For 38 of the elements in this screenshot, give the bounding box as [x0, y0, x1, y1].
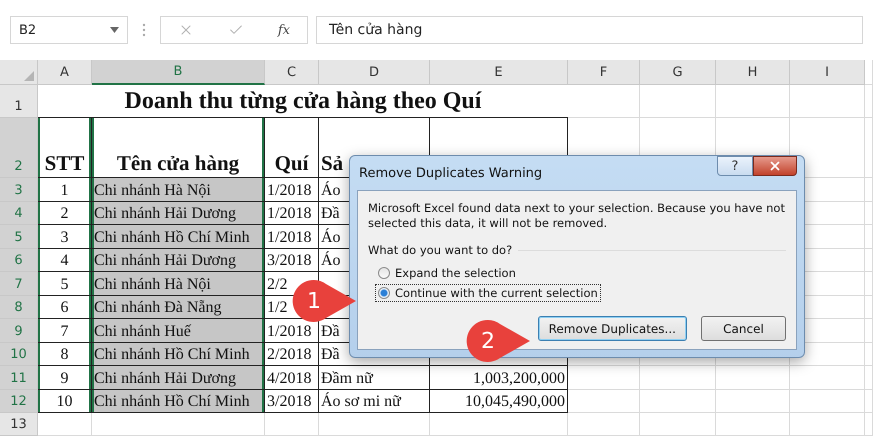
- table-cell: Chi nhánh Đà Nẵng: [92, 296, 265, 319]
- table-cell: Chi nhánh Hà Nội: [92, 178, 265, 202]
- table-cell: Chi nhánh Hải Dương: [92, 248, 265, 272]
- table-cell: 3/2018: [265, 390, 319, 413]
- step-marker: 2: [466, 317, 530, 365]
- header-cell: Quí: [265, 118, 319, 178]
- table-cell: 1/2018: [265, 202, 319, 225]
- table-cell: 10,045,490,000: [430, 390, 568, 413]
- table-cell: 7: [38, 319, 92, 342]
- option-label: Continue with the current selection: [395, 286, 598, 300]
- table-cell: 1: [38, 178, 92, 202]
- step-marker: 1: [292, 277, 356, 325]
- header-cell: Tên cửa hàng: [92, 118, 265, 178]
- table-cell: Chi nhánh Hải Dương: [92, 202, 265, 225]
- table-cell: 4/2018: [265, 366, 319, 390]
- table-cell: 6: [38, 296, 92, 319]
- table-cell: 1/2018: [265, 178, 319, 202]
- table-cell: Chi nhánh Hồ Chí Minh: [92, 342, 265, 366]
- table-cell: 3: [38, 225, 92, 248]
- table-cell: Đầm nữ: [319, 366, 430, 390]
- table-cell: Chi nhánh Hồ Chí Minh: [92, 390, 265, 413]
- table-cell: Chi nhánh Huế: [92, 319, 265, 342]
- table-cell: Chi nhánh Hải Dương: [92, 366, 265, 390]
- table-cell: 8: [38, 342, 92, 366]
- table-cell: 2: [38, 202, 92, 225]
- table-cell: 4: [38, 248, 92, 272]
- table-cell: Chi nhánh Hồ Chí Minh: [92, 225, 265, 248]
- header-cell: STT: [38, 118, 92, 178]
- table-cell: 2/2018: [265, 342, 319, 366]
- table-cell: 1/2018: [265, 225, 319, 248]
- table-cell: 5: [38, 272, 92, 296]
- table-cell: Chi nhánh Hà Nội: [92, 272, 265, 296]
- table-cell: 3/2018: [265, 248, 319, 272]
- table-cell: 1,003,200,000: [430, 366, 568, 390]
- table-cell: 10: [38, 390, 92, 413]
- table-cell: 1/2018: [265, 319, 319, 342]
- table-cell: Áo sơ mi nữ: [319, 390, 430, 413]
- table-cell: 9: [38, 366, 92, 390]
